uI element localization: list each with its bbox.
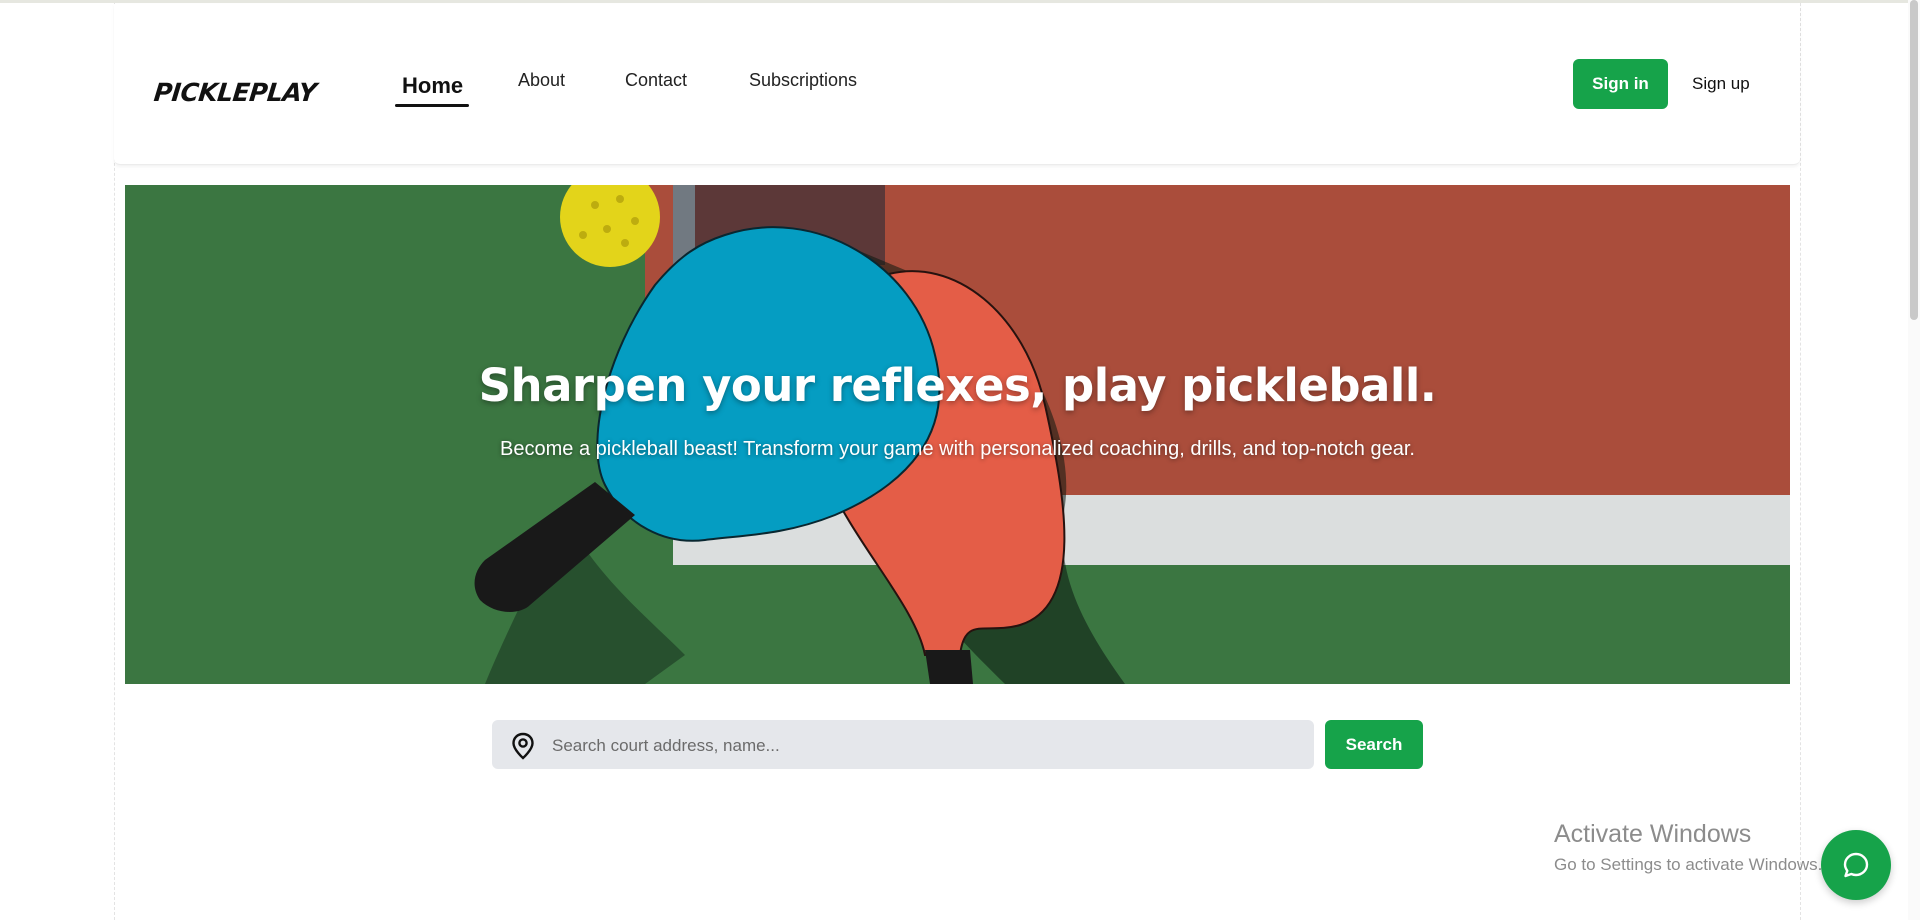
nav-active-indicator — [395, 104, 469, 107]
hero-subtitle: Become a pickleball beast! Transform you… — [500, 438, 1415, 460]
location-pin-icon — [510, 732, 536, 765]
page-scrollbar[interactable] — [1908, 0, 1920, 920]
windows-activation-watermark: Activate Windows Go to Settings to activ… — [1554, 820, 1822, 875]
browser-top-edge — [0, 0, 1920, 3]
page-scrollbar-thumb[interactable] — [1910, 0, 1918, 320]
court-search-bar — [492, 720, 1314, 771]
nav-subscriptions[interactable]: Subscriptions — [749, 70, 857, 91]
search-button[interactable]: Search — [1325, 720, 1423, 769]
hero-court-image — [125, 185, 1790, 684]
chat-bubble-icon — [1843, 852, 1869, 878]
court-search-input[interactable] — [550, 720, 1294, 771]
nav-contact[interactable]: Contact — [625, 70, 687, 91]
layout-guide-right — [1800, 3, 1801, 920]
watermark-subtitle: Go to Settings to activate Windows. — [1554, 855, 1823, 874]
brand-logo[interactable]: PICKLEPLAY — [152, 78, 317, 107]
navbar: PICKLEPLAY Home About Contact Subscripti… — [114, 4, 1800, 165]
nav-home[interactable]: Home — [402, 73, 463, 99]
watermark-title: Activate Windows — [1554, 820, 1752, 848]
sign-in-button[interactable]: Sign in — [1573, 59, 1668, 109]
hero-title: Sharpen your reflexes, play pickleball. — [478, 359, 1437, 412]
nav-about[interactable]: About — [518, 70, 565, 91]
chat-button[interactable] — [1821, 830, 1891, 900]
hero-banner: Sharpen your reflexes, play pickleball. … — [125, 185, 1790, 684]
sign-up-button[interactable]: Sign up — [1684, 59, 1758, 109]
